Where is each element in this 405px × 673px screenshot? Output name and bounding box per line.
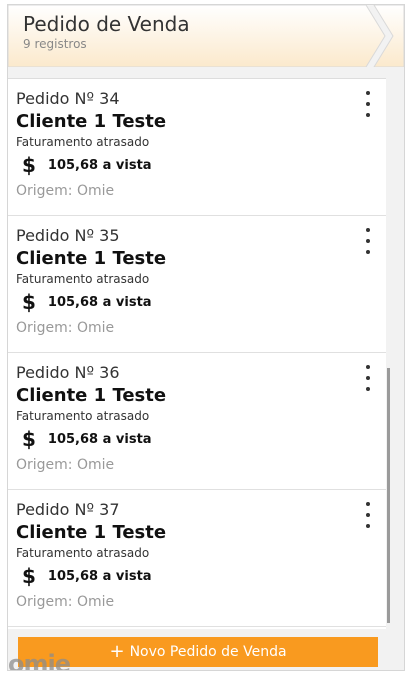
order-origin: Origem: Omie (16, 183, 115, 199)
order-amount: 105,68 a vista (47, 568, 152, 584)
page-title: Pedido de Venda (23, 12, 190, 36)
order-client: Cliente 1 Teste (16, 522, 167, 543)
order-amount: 105,68 a vista (47, 294, 152, 310)
order-card[interactable]: Pedido Nº 35 Cliente 1 Teste Faturamento… (8, 216, 386, 353)
order-card[interactable]: Pedido Nº 36 Cliente 1 Teste Faturamento… (8, 353, 386, 490)
next-breadcrumb[interactable] (388, 5, 404, 67)
dollar-icon: $ (22, 153, 36, 177)
order-origin: Origem: Omie (16, 457, 115, 473)
order-amount: 105,68 a vista (47, 157, 152, 173)
order-card[interactable]: Pedido Nº 37 Cliente 1 Teste Faturamento… (8, 490, 386, 627)
new-order-label: Novo Pedido de Venda (129, 644, 287, 660)
more-options-icon[interactable] (364, 91, 372, 117)
order-status: Faturamento atrasado (16, 135, 150, 149)
plus-icon: + (109, 641, 125, 662)
app-frame: Pedido de Venda 9 registros Pedido Nº 34… (7, 4, 405, 671)
order-amount-row: $ 105,68 a vista (22, 564, 152, 588)
more-options-icon[interactable] (364, 365, 372, 391)
order-list: Pedido Nº 34 Cliente 1 Teste Faturamento… (8, 78, 386, 629)
order-client: Cliente 1 Teste (16, 248, 167, 269)
order-number: Pedido Nº 37 (16, 500, 120, 519)
order-amount: 105,68 a vista (47, 431, 152, 447)
more-options-icon[interactable] (364, 502, 372, 528)
record-count: 9 registros (23, 37, 87, 51)
dollar-icon: $ (22, 290, 36, 314)
order-origin: Origem: Omie (16, 594, 115, 610)
breadcrumb: Pedido de Venda 9 registros (8, 5, 404, 67)
scrollbar-thumb[interactable] (387, 368, 390, 623)
dollar-icon: $ (22, 564, 36, 588)
order-number: Pedido Nº 36 (16, 363, 120, 382)
order-status: Faturamento atrasado (16, 272, 150, 286)
order-origin: Origem: Omie (16, 320, 115, 336)
order-client: Cliente 1 Teste (16, 111, 167, 132)
order-client: Cliente 1 Teste (16, 385, 167, 406)
omie-logo: omie (8, 650, 71, 671)
order-status: Faturamento atrasado (16, 546, 150, 560)
order-number: Pedido Nº 35 (16, 226, 120, 245)
new-order-button[interactable]: + Novo Pedido de Venda (18, 637, 378, 667)
order-amount-row: $ 105,68 a vista (22, 153, 152, 177)
order-amount-row: $ 105,68 a vista (22, 427, 152, 451)
order-amount-row: $ 105,68 a vista (22, 290, 152, 314)
dollar-icon: $ (22, 427, 36, 451)
more-options-icon[interactable] (364, 228, 372, 254)
order-card[interactable]: Pedido Nº 34 Cliente 1 Teste Faturamento… (8, 79, 386, 216)
order-status: Faturamento atrasado (16, 409, 150, 423)
order-number: Pedido Nº 34 (16, 89, 120, 108)
scrollbar[interactable] (387, 78, 391, 628)
